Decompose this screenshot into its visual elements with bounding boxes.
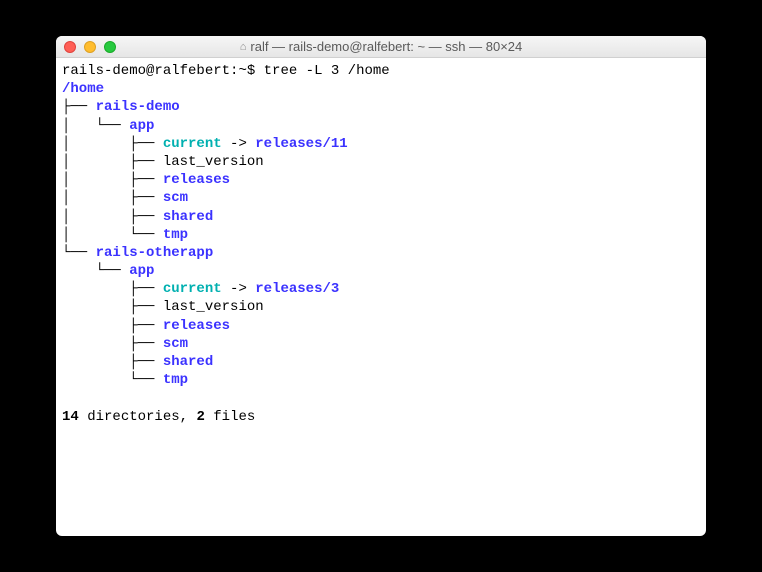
summary-dirs-label: directories,	[87, 409, 188, 425]
tree-dir: shared	[163, 354, 213, 370]
tree-file: last_version	[163, 299, 264, 315]
tree-dir: scm	[163, 190, 188, 206]
prompt-line: rails-demo@ralfebert:~$ tree -L 3 /home	[62, 63, 390, 79]
title-bar[interactable]: ⌂ ralf — rails-demo@ralfebert: ~ — ssh —…	[56, 36, 706, 58]
summary-dirs-count: 14	[62, 409, 79, 425]
window-title: ⌂ ralf — rails-demo@ralfebert: ~ — ssh —…	[64, 39, 698, 54]
tree-symlink: current	[163, 136, 222, 152]
tree-symlink: current	[163, 281, 222, 297]
summary-files-count: 2	[196, 409, 204, 425]
tree-file: last_version	[163, 154, 264, 170]
tree-dir: app	[129, 263, 154, 279]
tree-dir: app	[129, 118, 154, 134]
tree-dir: releases	[163, 172, 230, 188]
symlink-target: releases/3	[255, 281, 339, 297]
tree-dir: rails-otherapp	[96, 245, 214, 261]
tree-dir: releases	[163, 318, 230, 334]
symlink-arrow: ->	[230, 136, 247, 152]
window-title-text: ralf — rails-demo@ralfebert: ~ — ssh — 8…	[250, 39, 522, 54]
command-text: tree -L 3 /home	[264, 63, 390, 79]
minimize-button[interactable]	[84, 41, 96, 53]
symlink-target: releases/11	[255, 136, 347, 152]
terminal-window: ⌂ ralf — rails-demo@ralfebert: ~ — ssh —…	[56, 36, 706, 536]
tree-dir: shared	[163, 209, 213, 225]
terminal-body[interactable]: rails-demo@ralfebert:~$ tree -L 3 /home …	[56, 58, 706, 536]
symlink-arrow: ->	[230, 281, 247, 297]
tree-dir: scm	[163, 336, 188, 352]
summary-files-label: files	[213, 409, 255, 425]
zoom-button[interactable]	[104, 41, 116, 53]
home-icon: ⌂	[240, 41, 247, 53]
tree-dir: rails-demo	[96, 99, 180, 115]
tree-root: /home	[62, 81, 104, 97]
prompt-user-host: rails-demo@ralfebert	[62, 63, 230, 79]
prompt-symbol: $	[247, 63, 255, 79]
prompt-path: ~	[238, 63, 246, 79]
close-button[interactable]	[64, 41, 76, 53]
traffic-lights	[64, 41, 116, 53]
tree-dir: tmp	[163, 227, 188, 243]
tree-dir: tmp	[163, 372, 188, 388]
